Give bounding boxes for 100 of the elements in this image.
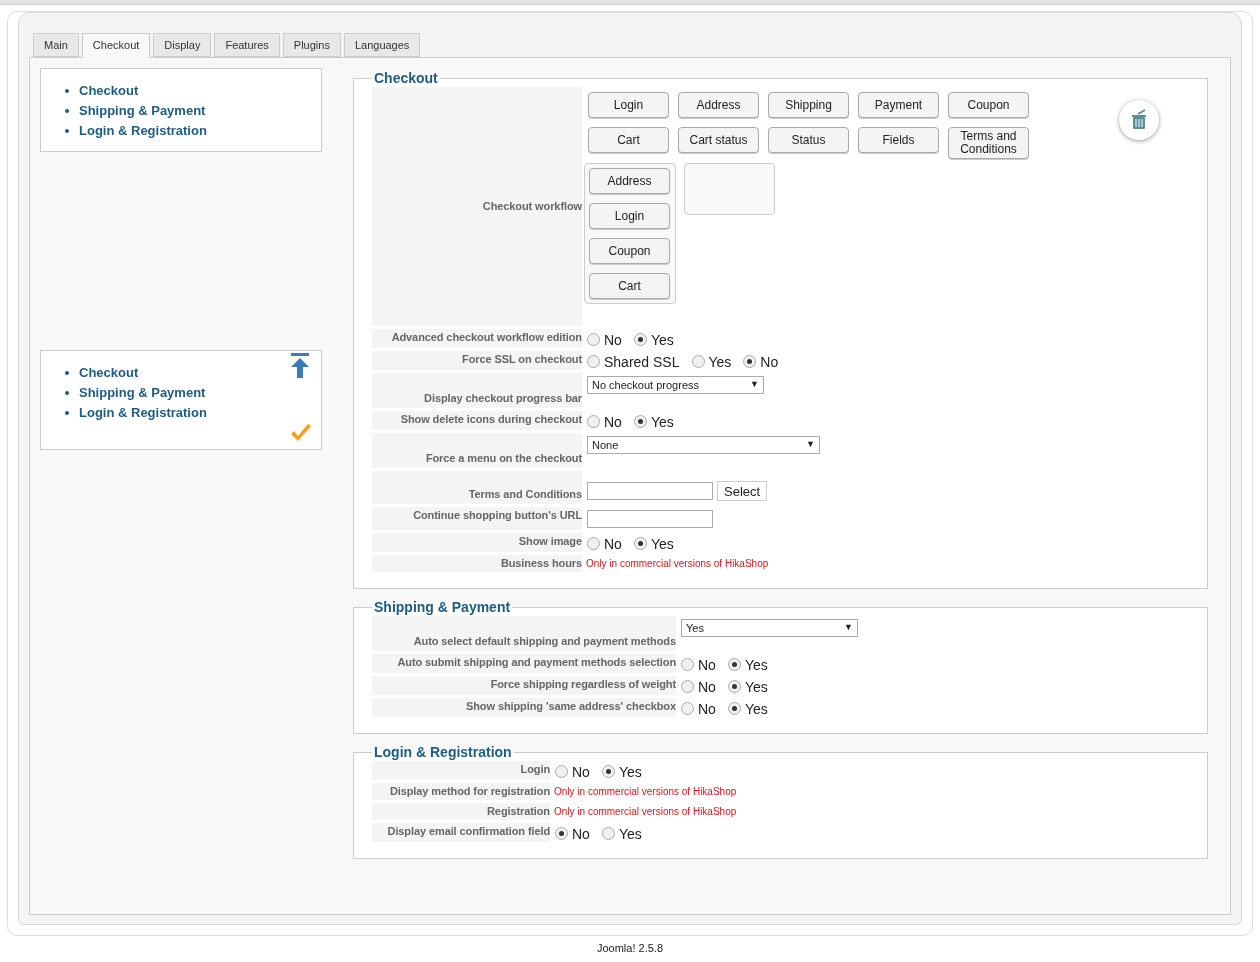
url-input-field[interactable] <box>587 510 713 528</box>
radio-label: Yes <box>650 331 674 348</box>
workflow-block[interactable]: Address <box>678 92 759 118</box>
setting-label: Auto select default shipping and payment methods <box>372 616 676 651</box>
radio-label: No <box>604 331 622 348</box>
footer-version: Joomla! 2.5.8 <box>595 941 664 956</box>
radio-button[interactable] <box>727 680 741 693</box>
radio-label: No <box>604 535 622 552</box>
radio-button[interactable] <box>681 680 694 693</box>
radio-button[interactable] <box>743 355 757 368</box>
setting-label: Terms and Conditions <box>372 471 582 504</box>
workflow-block[interactable]: Payment <box>858 92 939 118</box>
radio-label: Yes <box>708 353 732 370</box>
radio-button[interactable] <box>601 827 615 840</box>
workflow-block[interactable]: Cart status <box>678 127 759 153</box>
setting-label: Force SSL on checkout <box>372 351 582 370</box>
workflow-block[interactable]: Coupon <box>948 92 1029 118</box>
radio-button[interactable] <box>555 827 568 840</box>
tab[interactable]: Main <box>33 33 79 57</box>
radio-button[interactable] <box>587 537 600 550</box>
radio-button[interactable] <box>587 415 600 428</box>
menu-link[interactable]: Shipping & Payment <box>79 383 206 403</box>
radio-label: Yes <box>744 700 768 717</box>
radio-label: No <box>572 825 590 842</box>
radio-button[interactable] <box>601 765 615 778</box>
commercial-notice: Only in commercial versions of HikaShop <box>554 785 737 799</box>
radio-label: No <box>698 656 716 673</box>
radio-label: No <box>698 700 716 717</box>
radio-button[interactable] <box>555 765 568 778</box>
radio-button[interactable] <box>727 702 741 715</box>
workflow-block[interactable]: Login <box>589 203 670 229</box>
tab[interactable]: Plugins <box>282 33 341 57</box>
workflow-block[interactable]: Terms and Conditions <box>948 127 1029 159</box>
section-title: Login & Registration <box>373 743 513 762</box>
bullet-icon <box>65 89 69 93</box>
setting-label: Checkout workflow <box>372 87 582 326</box>
setting-label: Display checkout progress bar <box>372 373 582 408</box>
dropdown-field[interactable]: No checkout progress ▼ <box>587 376 764 394</box>
radio-button[interactable] <box>681 702 694 715</box>
setting-label: Continue shopping button's URL <box>372 507 582 530</box>
radio-button[interactable] <box>681 658 694 671</box>
radio-label: No <box>604 413 622 430</box>
checkmark-icon[interactable] <box>289 423 313 443</box>
radio-button[interactable] <box>633 537 647 550</box>
workflow-block[interactable]: Login <box>588 92 669 118</box>
setting-label: Show shipping 'same address' checkbox <box>372 698 676 717</box>
bullet-icon <box>65 391 69 395</box>
workflow-block[interactable]: Cart <box>588 127 669 153</box>
section-title: Shipping & Payment <box>373 598 512 617</box>
workflow-block[interactable]: Coupon <box>589 238 670 264</box>
section-title: Checkout <box>373 69 439 88</box>
setting-label: Auto submit shipping and payment methods selection <box>372 654 676 673</box>
radio-label: No <box>760 353 779 370</box>
tab[interactable]: Features <box>214 33 280 57</box>
radio-label: No <box>698 678 716 695</box>
setting-label: Show delete icons during checkout <box>372 411 582 430</box>
trash-icon[interactable] <box>1119 100 1159 140</box>
workflow-block[interactable]: Shipping <box>768 92 849 118</box>
radio-label: Yes <box>744 656 768 673</box>
tab[interactable]: Checkout <box>81 33 151 58</box>
radio-button[interactable] <box>691 355 705 368</box>
bullet-icon <box>65 371 69 375</box>
setting-label: Force a menu on the checkout <box>372 433 582 468</box>
workflow-block[interactable]: Fields <box>858 127 939 153</box>
select-button[interactable]: Select <box>717 480 768 501</box>
setting-label: Registration <box>372 803 550 820</box>
radio-button[interactable] <box>633 415 647 428</box>
radio-label: No <box>572 763 590 780</box>
radio-label: Yes <box>650 413 674 430</box>
radio-label: Yes <box>744 678 768 695</box>
radio-button[interactable] <box>727 658 741 671</box>
bullet-icon <box>65 109 69 113</box>
workflow-block[interactable]: Address <box>589 168 670 194</box>
setting-label: Display email confirmation field <box>372 823 550 842</box>
text-input-field[interactable] <box>587 481 713 500</box>
menu-link[interactable]: Login & Registration <box>79 121 207 141</box>
setting-label: Show image <box>372 533 582 552</box>
menu-link[interactable]: Checkout <box>79 363 139 383</box>
menu-link[interactable]: Checkout <box>79 81 139 101</box>
menu-link[interactable]: Shipping & Payment <box>79 101 206 121</box>
menu-link[interactable]: Login & Registration <box>79 403 207 423</box>
bullet-icon <box>65 129 69 133</box>
arrow-up-icon[interactable] <box>289 353 311 379</box>
radio-button[interactable] <box>587 333 600 346</box>
setting-label: Display method for registration <box>372 783 550 800</box>
workflow-block[interactable]: Cart <box>589 273 670 299</box>
dropdown-field[interactable]: Yes ▼ <box>681 619 858 637</box>
workflow-block[interactable]: Status <box>768 127 849 153</box>
radio-label: Yes <box>650 535 674 552</box>
setting-label: Advanced checkout workflow edition <box>372 329 582 348</box>
setting-label: Login <box>372 761 550 780</box>
tab[interactable]: Display <box>153 33 212 57</box>
dropdown-field[interactable]: None ▼ <box>587 436 820 454</box>
radio-button[interactable] <box>587 355 600 368</box>
bullet-icon <box>65 411 69 415</box>
tab[interactable]: Languages <box>343 33 421 57</box>
radio-label: Shared SSL <box>604 353 680 370</box>
radio-button[interactable] <box>633 333 647 346</box>
commercial-notice: Only in commercial versions of HikaShop <box>586 557 769 571</box>
setting-label: Business hours <box>372 555 582 572</box>
